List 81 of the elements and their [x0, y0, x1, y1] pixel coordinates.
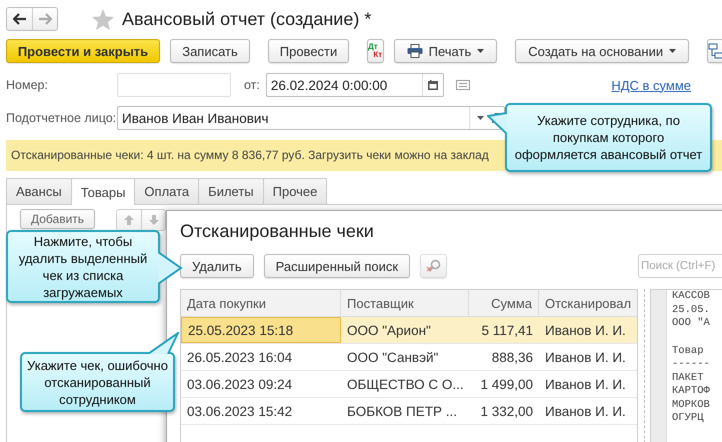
structure-button[interactable] [707, 39, 722, 63]
table-cell-text: ООО "Санвэй" [346, 348, 440, 366]
structure-icon [708, 43, 722, 59]
employee-field[interactable]: Иванов Иван Иванович [117, 106, 505, 130]
printer-icon [406, 44, 423, 58]
table-cell-text: Иванов И. И. [544, 402, 627, 420]
receipt-line: ПАКЕТ [672, 372, 704, 384]
tooltip-pointer [146, 332, 180, 354]
field-label: Номер: [6, 78, 49, 92]
table-cell-text: 5 117,41 [480, 322, 534, 340]
receipt-line: Товар [672, 344, 704, 356]
tab[interactable]: Прочее [262, 178, 328, 204]
column-header[interactable]: Дата покупки [181, 290, 341, 316]
toolbar-button[interactable]: Провести [268, 39, 349, 63]
comment-icon[interactable] [456, 80, 470, 90]
hint-tooltip: Нажмите, чтобы удалить выделенный чек из списка загружаемых [6, 230, 160, 303]
column-header[interactable]: Отсканировал [539, 290, 637, 316]
column-header[interactable]: Сумма [469, 290, 539, 316]
move-up-button[interactable] [117, 210, 142, 230]
tab[interactable]: Оплата [134, 178, 200, 204]
receipt-line: КАРТОФ [672, 385, 710, 397]
star-icon[interactable] [92, 8, 114, 30]
journal-entries-button[interactable]: Дт Кт [367, 39, 384, 63]
table-row[interactable]: 03.06.2023 15:42 БОБКОВ ПЕТР ... 1 332,00 Иванов И. И. [181, 398, 637, 425]
menu-button[interactable]: Создать на основании [515, 39, 690, 63]
window-title: Авансовый отчет (создание) * [122, 8, 372, 30]
clear-search-button[interactable] [420, 254, 448, 278]
table-cell-text: 1 332,00 [479, 402, 534, 420]
hint-tooltip: Укажите сотрудника, по покупкам которого оформляется авансовый отчет [505, 103, 712, 172]
tab[interactable]: Товары [70, 178, 136, 205]
up-arrow-icon [124, 215, 134, 225]
table-cell-text: ООО "Арион" [346, 322, 432, 340]
calendar-icon[interactable] [428, 80, 438, 90]
down-arrow-icon [148, 215, 159, 225]
table-cell-text: БОБКОВ ПЕТР ... [346, 402, 458, 420]
tooltip-pointer [158, 250, 183, 286]
search-field[interactable]: Поиск (Ctrl+F) [638, 254, 722, 278]
vat-link[interactable]: НДС в сумме [611, 78, 691, 92]
receipt-line: МОРКОВ [672, 398, 710, 410]
table-cell-text: Иванов И. И. [544, 376, 627, 394]
receipt-line: ОГУРЦ [672, 412, 704, 424]
add-button[interactable]: Добавить [20, 209, 96, 229]
receipt-line: КАССОВ [672, 290, 710, 302]
tab[interactable]: Авансы [6, 178, 72, 204]
toolbar-button[interactable]: Записать [170, 39, 250, 63]
table-cell-text: 1 499,00 [479, 376, 534, 394]
hint-tooltip: Укажите чек, ошибочно отсканированный сотрудником [20, 352, 175, 412]
table-cell-text: Иванов И. И. [544, 348, 627, 366]
receipt-line: ------ [672, 358, 710, 370]
table-cell-text: ОБЩЕСТВО С О... [346, 376, 465, 394]
caret-icon [477, 49, 484, 53]
dialog-button[interactable]: Удалить [180, 254, 254, 278]
search-clear-icon [426, 259, 442, 273]
menu-button[interactable]: Печать [394, 39, 498, 63]
back-button[interactable] [7, 8, 32, 30]
table-cell-text: Иванов И. И. [544, 322, 627, 340]
back-arrow-icon [12, 13, 26, 25]
receipt-line: ООО "А [672, 317, 710, 329]
table-cell-text: 26.05.2023 16:04 [186, 348, 294, 366]
dialog-button[interactable]: Расширенный поиск [264, 254, 410, 278]
tooltip-pointer [487, 112, 507, 136]
table-cell: 25.05.2023 15:18 [181, 317, 341, 343]
post-and-close-button[interactable]: Провести и закрыть [6, 39, 160, 63]
table-cell-text: 03.06.2023 15:42 [186, 402, 294, 420]
dropdown-icon[interactable] [476, 116, 484, 120]
table-row[interactable]: 25.05.2023 15:18 ООО "Арион" 5 117,41 Иванов И. И. [181, 317, 637, 344]
table-cell-text: 888,36 [490, 348, 534, 366]
date-field[interactable]: 26.02.2024 0:00:00 [266, 73, 444, 97]
table-row[interactable]: 03.06.2023 09:24 ОБЩЕСТВО С О... 1 499,00 Иванов И. И. [181, 371, 637, 398]
tab[interactable]: Билеты [198, 178, 264, 204]
forward-arrow-icon [38, 13, 52, 25]
caret-icon [669, 49, 676, 53]
column-header[interactable]: Поставщик [341, 290, 469, 316]
dialog-title: Отсканированные чеки [180, 221, 375, 243]
table-row[interactable]: 26.05.2023 16:04 ООО "Санвэй" 888,36 Иванов И. И. [181, 344, 637, 371]
number-field[interactable] [117, 73, 231, 97]
receipt-line: 25.05. [672, 304, 710, 316]
field-label: Подотчетное лицо: [6, 111, 117, 125]
move-down-button[interactable] [141, 210, 166, 230]
table-cell-text: 03.06.2023 09:24 [186, 376, 294, 394]
field-label: от: [244, 78, 260, 92]
